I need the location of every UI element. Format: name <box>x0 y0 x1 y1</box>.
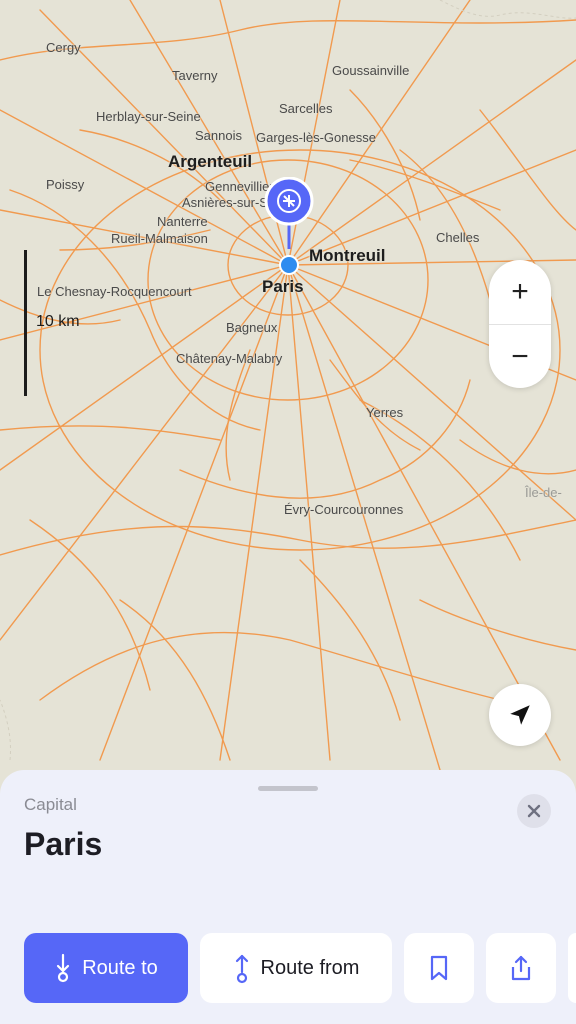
scale-label: 10 km <box>36 313 80 330</box>
more-button-partial[interactable] <box>568 933 576 1003</box>
place-label: Sarcelles <box>279 101 333 116</box>
zoom-out-button[interactable]: − <box>489 324 551 388</box>
place-label-selected: Paris <box>262 277 304 296</box>
place-category: Capital <box>24 795 77 814</box>
bookmark-icon <box>430 955 448 981</box>
place-label: Nanterre <box>157 214 208 229</box>
route-from-label: Route from <box>260 956 360 979</box>
place-label: Garges-lès-Gonesse <box>256 130 376 145</box>
route-to-button[interactable]: Route to <box>24 933 188 1003</box>
place-label: Poissy <box>46 177 85 192</box>
place-label: Sannois <box>195 128 242 143</box>
share-icon <box>511 955 531 981</box>
place-details-sheet: Capital Paris Route to Route from <box>0 770 576 1024</box>
place-label: Bagneux <box>226 320 278 335</box>
place-label: Herblay-sur-Seine <box>96 109 201 124</box>
my-location-button[interactable] <box>489 684 551 746</box>
scale-bar <box>24 250 27 396</box>
navigation-arrow-icon <box>510 705 530 725</box>
close-button[interactable] <box>517 794 551 828</box>
place-label: Châtenay-Malabry <box>176 351 283 366</box>
bookmark-button[interactable] <box>404 933 474 1003</box>
zoom-in-button[interactable]: + <box>489 260 551 324</box>
route-to-icon <box>57 953 70 983</box>
route-from-button[interactable]: Route from <box>200 933 392 1003</box>
place-label-major: Argenteuil <box>168 152 253 171</box>
sheet-grabber[interactable] <box>258 786 318 791</box>
place-label: Rueil-Malmaison <box>111 231 208 246</box>
location-pin-icon[interactable] <box>264 177 314 277</box>
place-label: Gennevilliers <box>205 179 273 194</box>
region-label: Île-de- <box>525 485 562 500</box>
place-title: Paris <box>24 826 103 862</box>
share-button[interactable] <box>486 933 556 1003</box>
place-label: Évry-Courcouronnes <box>284 502 404 517</box>
place-label: Yerres <box>366 405 404 420</box>
place-label: Taverny <box>172 68 218 83</box>
place-label: Cergy <box>46 40 81 55</box>
place-label: Le Chesnay-Rocquencourt <box>37 284 192 299</box>
route-from-icon <box>235 954 248 984</box>
place-label-major: Montreuil <box>309 246 386 265</box>
zoom-control: + − <box>489 260 551 388</box>
close-icon <box>527 804 541 818</box>
route-to-label: Route to <box>82 956 158 979</box>
place-label: Chelles <box>436 230 480 245</box>
place-label: Asnières-sur-Seine <box>182 195 266 210</box>
place-label: Goussainville <box>332 63 410 78</box>
